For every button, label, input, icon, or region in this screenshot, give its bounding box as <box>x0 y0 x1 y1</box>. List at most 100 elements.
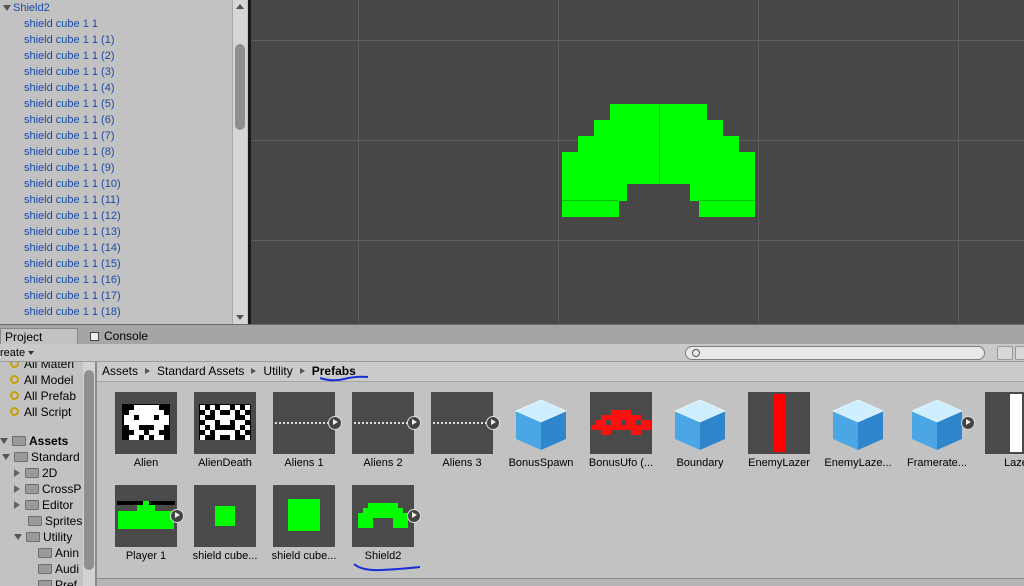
asset-framerate[interactable]: Framerate... <box>890 383 975 473</box>
hierarchy-item[interactable]: shield cube 1 1 <box>0 16 232 32</box>
asset-bonusufo[interactable]: BonusUfo (... <box>574 383 653 473</box>
hierarchy-item[interactable]: shield cube 1 1 (6) <box>0 112 232 128</box>
asset-shield-cube[interactable]: shield cube... <box>257 476 336 566</box>
hierarchy-item[interactable]: shield cube 1 1 (7) <box>0 128 232 144</box>
asset-thumbnail[interactable] <box>590 392 652 454</box>
play-preview-icon[interactable] <box>407 509 421 523</box>
asset-thumbnail[interactable] <box>669 392 731 454</box>
hierarchy-item-shield2[interactable]: Shield2 <box>0 0 232 16</box>
expand-triangle-icon[interactable] <box>0 438 8 444</box>
folder-tree-scroll-thumb[interactable] <box>84 370 94 570</box>
folder-icon <box>14 452 28 462</box>
hierarchy-item[interactable]: shield cube 1 1 (16) <box>0 272 232 288</box>
filter-by-label-button[interactable] <box>1015 346 1024 360</box>
hierarchy-item[interactable]: shield cube 1 1 (12) <box>0 208 232 224</box>
folder-item[interactable]: Audi <box>38 561 79 577</box>
collapse-triangle-icon[interactable] <box>14 469 20 477</box>
hierarchy-panel: Shield2 shield cube 1 1 shield cube 1 1 (1… <box>0 0 248 324</box>
folder-tree-scrollbar[interactable] <box>83 362 95 586</box>
folder-icon <box>26 532 40 542</box>
expand-triangle-icon[interactable] <box>2 454 10 460</box>
folder-item[interactable]: Utility <box>14 529 72 545</box>
asset-boundary[interactable]: Boundary <box>653 383 732 473</box>
folder-item[interactable]: Standard <box>2 449 80 465</box>
grid-line <box>251 40 1024 41</box>
hierarchy-item[interactable]: shield cube 1 1 (17) <box>0 288 232 304</box>
hierarchy-item[interactable]: shield cube 1 1 (3) <box>0 64 232 80</box>
expand-triangle-icon[interactable] <box>3 4 11 11</box>
scroll-up-arrow-icon[interactable] <box>236 4 244 9</box>
asset-shield2[interactable]: Shield2 <box>336 476 421 566</box>
favorite-search-item[interactable]: All Materi <box>10 362 74 372</box>
create-dropdown[interactable]: reate <box>0 346 38 360</box>
asset-thumbnail[interactable] <box>194 392 256 454</box>
asset-enemylazer[interactable]: EnemyLazer <box>732 383 811 473</box>
asset-laze[interactable]: Laze <box>969 383 1024 473</box>
asset-aliens-1[interactable]: Aliens 1 <box>257 383 342 473</box>
folder-assets[interactable]: Assets <box>0 433 68 449</box>
hierarchy-item[interactable]: shield cube 1 1 (4) <box>0 80 232 96</box>
collapse-triangle-icon[interactable] <box>14 485 20 493</box>
crumb-utility[interactable]: Utility <box>263 362 292 381</box>
hierarchy-scrollbar[interactable] <box>232 0 247 324</box>
asset-player-1[interactable]: Player 1 <box>99 476 184 566</box>
asset-aliendeath[interactable]: AlienDeath <box>178 383 257 473</box>
asset-shield-cube[interactable]: shield cube... <box>178 476 257 566</box>
search-input[interactable] <box>685 346 985 360</box>
folder-item[interactable]: Anin <box>38 545 79 561</box>
asset-alien[interactable]: Alien <box>99 383 178 473</box>
favorite-search-item[interactable]: All Script <box>10 404 71 420</box>
folder-item[interactable]: Sprites <box>28 513 82 529</box>
hierarchy-item[interactable]: shield cube 1 1 (13) <box>0 224 232 240</box>
asset-thumbnail[interactable] <box>431 392 493 454</box>
crumb-assets[interactable]: Assets <box>102 362 138 381</box>
folder-icon <box>38 548 52 558</box>
asset-thumbnail[interactable] <box>115 485 177 547</box>
hierarchy-item[interactable]: shield cube 1 1 (18) <box>0 304 232 320</box>
asset-thumbnail[interactable] <box>748 392 810 454</box>
folder-label: Editor <box>42 498 74 512</box>
hierarchy-item[interactable]: shield cube 1 1 (2) <box>0 48 232 64</box>
hierarchy-item[interactable]: shield cube 1 1 (1) <box>0 32 232 48</box>
grid-line <box>358 0 359 324</box>
hierarchy-scroll-thumb[interactable] <box>235 44 245 130</box>
asset-thumbnail[interactable] <box>906 392 968 454</box>
asset-thumbnail[interactable] <box>985 392 1024 454</box>
asset-thumbnail[interactable] <box>115 392 177 454</box>
chevron-right-icon <box>145 368 151 374</box>
favorite-search-item[interactable]: All Model <box>10 372 73 388</box>
asset-thumbnail[interactable] <box>273 392 335 454</box>
asset-thumbnail[interactable] <box>510 392 572 454</box>
asset-thumbnail[interactable] <box>194 485 256 547</box>
asset-aliens-3[interactable]: Aliens 3 <box>415 383 500 473</box>
crumb-standard-assets[interactable]: Standard Assets <box>157 362 244 381</box>
asset-thumbnail[interactable] <box>273 485 335 547</box>
hierarchy-item[interactable]: shield cube 1 1 (9) <box>0 160 232 176</box>
hierarchy-item[interactable]: shield cube 1 1 (11) <box>0 192 232 208</box>
hierarchy-item[interactable]: shield cube 1 1 (5) <box>0 96 232 112</box>
asset-aliens-2[interactable]: Aliens 2 <box>336 383 421 473</box>
hierarchy-item[interactable]: shield cube 1 1 (15) <box>0 256 232 272</box>
tab-console[interactable]: Console <box>86 328 166 345</box>
create-label: reate <box>0 347 26 359</box>
scene-view[interactable] <box>251 0 1024 324</box>
asset-bonusspawn[interactable]: BonusSpawn <box>494 383 573 473</box>
folder-item[interactable]: Editor <box>14 497 73 513</box>
hierarchy-item[interactable]: shield cube 1 1 (14) <box>0 240 232 256</box>
tab-project[interactable]: Project <box>0 328 78 345</box>
crumb-prefabs[interactable]: Prefabs <box>312 362 356 381</box>
asset-thumbnail[interactable] <box>827 392 889 454</box>
expand-triangle-icon[interactable] <box>14 534 22 540</box>
asset-enemylaze[interactable]: EnemyLaze... <box>811 383 892 473</box>
folder-item[interactable]: 2D <box>14 465 57 481</box>
hierarchy-item[interactable]: shield cube 1 1 (10) <box>0 176 232 192</box>
folder-item[interactable]: Pref <box>38 577 77 586</box>
collapse-triangle-icon[interactable] <box>14 501 20 509</box>
asset-thumbnail[interactable] <box>352 392 414 454</box>
hierarchy-item[interactable]: shield cube 1 1 (8) <box>0 144 232 160</box>
favorite-search-item[interactable]: All Prefab <box>10 388 76 404</box>
scroll-down-arrow-icon[interactable] <box>236 315 244 320</box>
asset-thumbnail[interactable] <box>352 485 414 547</box>
folder-item[interactable]: CrossP <box>14 481 81 497</box>
filter-by-type-button[interactable] <box>997 346 1013 360</box>
